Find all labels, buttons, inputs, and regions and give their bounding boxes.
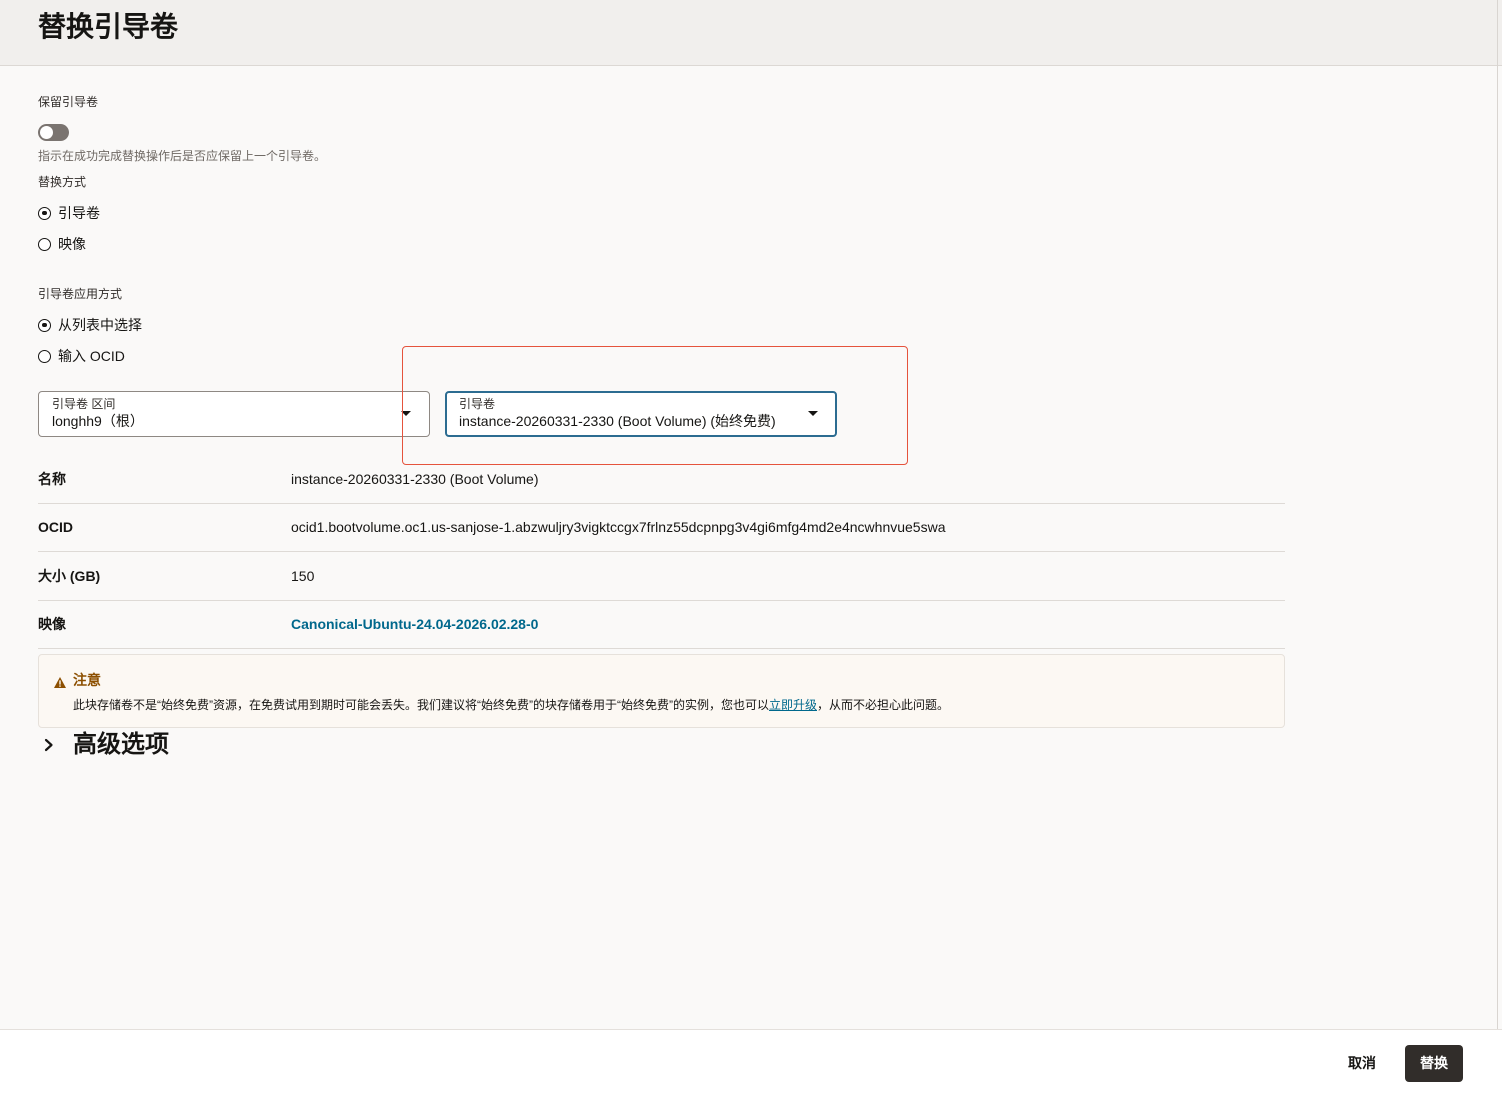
radio-enter-ocid[interactable]: 输入 OCID	[38, 346, 125, 366]
preserve-boot-volume-label: 保留引导卷	[38, 95, 99, 109]
radio-button[interactable]	[38, 206, 51, 220]
radio-button[interactable]	[38, 318, 51, 332]
detail-value: instance-20260331-2330 (Boot Volume)	[291, 470, 539, 487]
radio-label: 输入 OCID	[58, 348, 125, 364]
preserve-boot-volume-help: 指示在成功完成替换操作后是否应保留上一个引导卷。	[38, 149, 327, 163]
caret-down-icon	[401, 411, 411, 416]
radio-button[interactable]	[38, 237, 51, 251]
panel-right-border	[1497, 0, 1498, 1029]
boot-volume-details: 名称 instance-20260331-2330 (Boot Volume) …	[38, 455, 1285, 649]
advanced-options-label: 高级选项	[73, 731, 169, 758]
panel-header: 替换引导卷	[0, 0, 1502, 66]
toggle-knob	[40, 126, 53, 139]
boot-volume-select-label: 引导卷	[459, 397, 496, 411]
warning-icon-svg	[54, 677, 66, 688]
detail-row-name: 名称 instance-20260331-2330 (Boot Volume)	[38, 455, 1285, 504]
apply-by-label: 引导卷应用方式	[38, 287, 123, 301]
preserve-boot-volume-toggle[interactable]	[38, 124, 69, 141]
warning-icon	[54, 675, 66, 688]
detail-label: 大小 (GB)	[38, 567, 101, 584]
detail-row-ocid: OCID ocid1.bootvolume.oc1.us-sanjose-1.a…	[38, 504, 1285, 552]
detail-value: 150	[291, 567, 315, 584]
chevron-right-icon-svg	[44, 738, 53, 752]
replace-by-label: 替换方式	[38, 175, 87, 189]
compartment-select-value: longhh9（根）	[52, 413, 144, 429]
advanced-options-toggle[interactable]: 高级选项	[38, 729, 169, 761]
image-link[interactable]: Canonical-Ubuntu-24.04-2026.02.28-0	[291, 616, 538, 632]
radio-replace-by-image[interactable]: 映像	[38, 234, 86, 254]
caret-down-icon	[808, 411, 818, 416]
detail-label: 映像	[38, 616, 66, 633]
detail-label: OCID	[38, 519, 73, 536]
detail-label: 名称	[38, 470, 66, 487]
notice-title: 注意	[73, 672, 101, 688]
radio-label: 从列表中选择	[58, 317, 142, 333]
page-title: 替换引导卷	[38, 11, 179, 42]
cancel-button[interactable]: 取消	[1340, 1045, 1384, 1082]
detail-value: ocid1.bootvolume.oc1.us-sanjose-1.abzwul…	[291, 519, 946, 536]
chevron-right-icon	[38, 729, 73, 761]
replace-boot-volume-panel: 替换引导卷 保留引导卷 指示在成功完成替换操作后是否应保留上一个引导卷。 替换方…	[0, 0, 1502, 1099]
compartment-select[interactable]: 引导卷 区间 longhh9（根）	[38, 391, 430, 437]
notice-text-after: ，从而不必担心此问题。	[817, 698, 950, 712]
detail-row-image: 映像 Canonical-Ubuntu-24.04-2026.02.28-0	[38, 601, 1285, 649]
radio-button[interactable]	[38, 349, 51, 363]
compartment-select-label: 引导卷 区间	[52, 397, 116, 411]
panel-footer: 取消 替换	[0, 1029, 1502, 1099]
notice-text: 此块存储卷不是“始终免费”资源，在免费试用到期时可能会丢失。我们建议将“始终免费…	[73, 697, 949, 713]
radio-label: 映像	[58, 236, 86, 252]
boot-volume-select-value: instance-20260331-2330 (Boot Volume) (始终…	[459, 413, 776, 429]
replace-button[interactable]: 替换	[1405, 1045, 1463, 1082]
radio-label: 引导卷	[58, 205, 100, 221]
notice-text-before: 此块存储卷不是“始终免费”资源，在免费试用到期时可能会丢失。我们建议将“始终免费…	[73, 698, 769, 712]
radio-select-from-list[interactable]: 从列表中选择	[38, 315, 142, 335]
detail-row-size: 大小 (GB) 150	[38, 552, 1285, 601]
free-tier-notice: 注意 此块存储卷不是“始终免费”资源，在免费试用到期时可能会丢失。我们建议将“始…	[38, 654, 1285, 728]
boot-volume-select[interactable]: 引导卷 instance-20260331-2330 (Boot Volume)…	[445, 391, 837, 437]
radio-replace-by-boot-volume[interactable]: 引导卷	[38, 203, 100, 223]
upgrade-now-link[interactable]: 立即升级	[769, 698, 817, 712]
